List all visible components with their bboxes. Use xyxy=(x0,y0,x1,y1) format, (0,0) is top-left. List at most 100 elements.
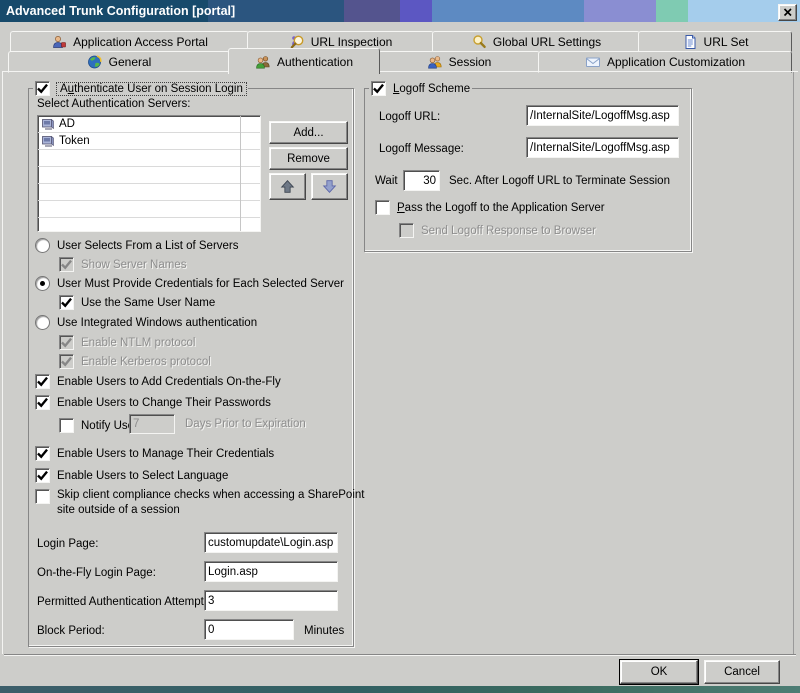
auth-users-icon xyxy=(255,54,271,70)
skip-compliance-checkbox[interactable] xyxy=(35,489,50,504)
logoff-scheme-checkbox-row[interactable]: Logoff Scheme xyxy=(369,81,472,96)
logoff-url-label: Logoff URL: xyxy=(379,111,440,123)
check-icon xyxy=(60,258,73,271)
kerberos-checkbox xyxy=(59,354,74,369)
tab-global-url-settings[interactable]: Global URL Settings xyxy=(432,31,640,52)
send-response-checkbox xyxy=(399,223,414,238)
wait-suffix-label: Sec. After Logoff URL to Terminate Sessi… xyxy=(449,175,670,187)
authentication-group: Authenticate User on Session Login Selec… xyxy=(28,88,354,647)
ok-button[interactable]: OK xyxy=(620,660,698,684)
notify-user-row[interactable]: Notify User xyxy=(59,418,138,433)
onfly-login-page-label: On-the-Fly Login Page: xyxy=(37,567,156,579)
remove-button[interactable]: Remove xyxy=(269,147,348,170)
kerberos-label: Enable Kerberos protocol xyxy=(81,356,211,368)
tab-general[interactable]: General xyxy=(8,51,230,73)
add-button[interactable]: Add... xyxy=(269,121,348,144)
radio-circle[interactable] xyxy=(35,315,50,330)
radio-circle-selected[interactable] xyxy=(35,276,50,291)
login-page-input[interactable] xyxy=(204,532,338,553)
server-icon xyxy=(41,117,55,131)
globe-icon xyxy=(87,54,103,70)
pass-logoff-row[interactable]: Pass the Logoff to the Application Serve… xyxy=(375,200,605,215)
tab-authentication[interactable]: Authentication xyxy=(228,48,380,74)
show-server-names-checkbox xyxy=(59,257,74,272)
logoff-scheme-label: Logoff Scheme xyxy=(393,83,470,95)
radio-user-selects[interactable]: User Selects From a List of Servers xyxy=(35,238,239,253)
authenticate-user-checkbox[interactable] xyxy=(35,81,50,96)
check-icon xyxy=(60,336,73,349)
tab-application-access-portal[interactable]: Application Access Portal xyxy=(10,31,249,52)
notify-user-checkbox[interactable] xyxy=(59,418,74,433)
ntlm-checkbox xyxy=(59,335,74,350)
ntlm-label: Enable NTLM protocol xyxy=(81,337,195,349)
empty-list-row xyxy=(38,150,260,167)
change-passwords-label: Enable Users to Change Their Passwords xyxy=(57,397,271,409)
radio-integrated-windows-label: Use Integrated Windows authentication xyxy=(57,317,257,329)
same-user-name-checkbox[interactable] xyxy=(59,295,74,310)
block-period-input[interactable] xyxy=(204,619,294,640)
same-user-name-row[interactable]: Use the Same User Name xyxy=(59,295,215,310)
tab-label: General xyxy=(109,55,152,69)
check-icon xyxy=(36,396,49,409)
manage-credentials-label: Enable Users to Manage Their Credentials xyxy=(57,448,274,460)
authenticate-user-label: Authenticate User on Session Login xyxy=(57,83,246,95)
notify-days-input xyxy=(129,414,175,434)
login-page-label: Login Page: xyxy=(37,538,98,550)
portal-user-icon xyxy=(51,34,67,50)
empty-list-row xyxy=(38,218,260,232)
server-name: Token xyxy=(59,135,90,147)
radio-circle[interactable] xyxy=(35,238,50,253)
list-column-divider xyxy=(240,116,241,231)
tab-label: Global URL Settings xyxy=(493,35,601,49)
add-credentials-label: Enable Users to Add Credentials On-the-F… xyxy=(57,376,281,388)
logoff-scheme-checkbox[interactable] xyxy=(371,81,386,96)
check-icon xyxy=(372,82,385,95)
onfly-login-page-input[interactable] xyxy=(204,561,338,582)
change-passwords-row[interactable]: Enable Users to Change Their Passwords xyxy=(35,395,271,410)
add-credentials-row[interactable]: Enable Users to Add Credentials On-the-F… xyxy=(35,374,281,389)
tab-application-customization[interactable]: Application Customization xyxy=(538,51,792,73)
skip-compliance-row[interactable]: Skip client compliance checks when acces… xyxy=(35,488,364,518)
empty-list-row xyxy=(38,167,260,184)
wait-seconds-input[interactable] xyxy=(403,170,440,191)
minutes-label: Minutes xyxy=(304,625,344,637)
select-language-checkbox[interactable] xyxy=(35,468,50,483)
envelope-icon xyxy=(585,54,601,70)
close-icon xyxy=(783,8,793,17)
tab-label: Authentication xyxy=(277,55,353,69)
move-down-button[interactable] xyxy=(311,173,348,200)
attempts-input[interactable] xyxy=(204,590,338,611)
window-bottom-edge xyxy=(0,686,800,693)
move-up-button[interactable] xyxy=(269,173,306,200)
logoff-message-input[interactable] xyxy=(526,137,679,158)
server-list-item[interactable]: Token xyxy=(38,133,260,150)
radio-user-credentials[interactable]: User Must Provide Credentials for Each S… xyxy=(35,276,344,291)
server-list[interactable]: AD Token xyxy=(37,115,261,232)
radio-integrated-windows[interactable]: Use Integrated Windows authentication xyxy=(35,315,257,330)
window-titlebar: Advanced Trunk Configuration [portal] xyxy=(0,0,800,22)
cancel-button[interactable]: Cancel xyxy=(704,660,780,684)
authenticate-user-checkbox-row[interactable]: Authenticate User on Session Login xyxy=(33,81,248,96)
check-icon xyxy=(36,82,49,95)
server-list-item[interactable]: AD xyxy=(38,116,260,133)
attempts-label: Permitted Authentication Attempts: xyxy=(37,596,213,608)
magnifier-icon xyxy=(471,34,487,50)
send-response-label: Send Logoff Response to Browser xyxy=(421,225,596,237)
manage-credentials-row[interactable]: Enable Users to Manage Their Credentials xyxy=(35,446,274,461)
down-arrow-icon xyxy=(321,178,338,195)
pass-logoff-checkbox[interactable] xyxy=(375,200,390,215)
radio-user-selects-label: User Selects From a List of Servers xyxy=(57,240,239,252)
empty-list-row xyxy=(38,184,260,201)
tab-url-set[interactable]: URL Set xyxy=(638,31,792,52)
change-passwords-checkbox[interactable] xyxy=(35,395,50,410)
manage-credentials-checkbox[interactable] xyxy=(35,446,50,461)
add-credentials-checkbox[interactable] xyxy=(35,374,50,389)
tab-session[interactable]: Session xyxy=(378,51,540,73)
logoff-scheme-group: Logoff Scheme Logoff URL: Logoff Message… xyxy=(364,88,692,252)
select-language-row[interactable]: Enable Users to Select Language xyxy=(35,468,228,483)
logoff-url-input[interactable] xyxy=(526,105,679,126)
close-button[interactable] xyxy=(778,4,797,21)
tab-label: Application Access Portal xyxy=(73,35,208,49)
tab-page-top-edge xyxy=(2,71,798,72)
radio-user-credentials-label: User Must Provide Credentials for Each S… xyxy=(57,278,344,290)
